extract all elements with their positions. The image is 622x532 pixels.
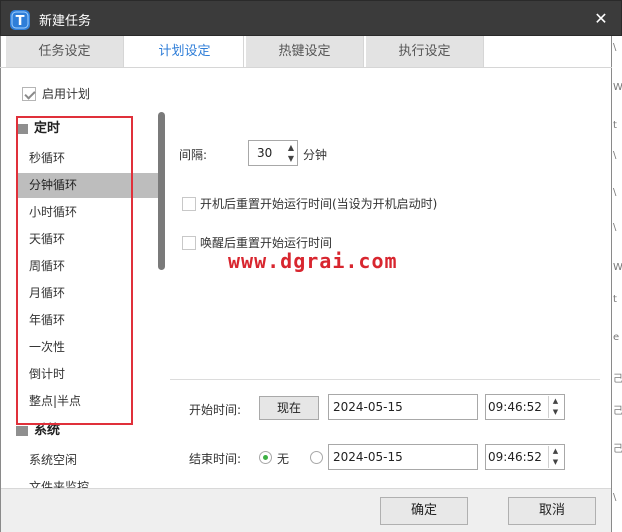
- reset-on-wake-checkbox[interactable]: [182, 236, 196, 250]
- tab-hotkey-settings[interactable]: 热键设定: [246, 36, 364, 68]
- list-item[interactable]: 天循环: [16, 227, 164, 252]
- stepper-down-icon[interactable]: ▼: [549, 457, 562, 468]
- end-time-label: 结束时间:: [189, 452, 242, 466]
- group-header-system[interactable]: 系统: [16, 422, 60, 440]
- list-item[interactable]: 小时循环: [16, 200, 164, 225]
- start-time-stepper[interactable]: ▲ ▼: [548, 396, 562, 418]
- stepper-down-icon[interactable]: ▼: [285, 153, 297, 164]
- enable-schedule-label: 启用计划: [42, 87, 91, 101]
- interval-label: 间隔:: [179, 148, 208, 162]
- reset-on-boot-label: 开机后重置开始运行时间(当设为开机启动时): [200, 197, 438, 211]
- enable-schedule-checkbox[interactable]: [22, 87, 36, 101]
- end-date-field[interactable]: 2024-05-15: [328, 444, 478, 470]
- group-header-timer[interactable]: 定时: [16, 120, 60, 138]
- start-time-field[interactable]: 09:46:52 ▲ ▼: [485, 394, 565, 420]
- interval-unit: 分钟: [303, 148, 328, 162]
- list-item[interactable]: 月循环: [16, 281, 164, 306]
- list-item[interactable]: 年循环: [16, 308, 164, 333]
- app-logo-icon: T: [10, 10, 30, 30]
- collapse-icon: [16, 123, 28, 134]
- dialog-footer: 确定 取消: [1, 488, 611, 532]
- cancel-button[interactable]: 取消: [508, 497, 596, 525]
- end-time-field[interactable]: 09:46:52 ▲ ▼: [485, 444, 565, 470]
- stepper-up-icon[interactable]: ▲: [549, 396, 562, 407]
- title-bar[interactable]: T 新建任务 ✕: [0, 0, 622, 36]
- tab-divider: [0, 67, 612, 68]
- list-item[interactable]: 整点|半点: [16, 389, 164, 414]
- list-item[interactable]: 周循环: [16, 254, 164, 279]
- list-item[interactable]: 分钟循环: [16, 173, 162, 198]
- collapse-icon: [16, 425, 28, 436]
- group-title: 系统: [34, 423, 61, 438]
- tab-task-settings[interactable]: 任务设定: [6, 36, 124, 68]
- tab-execution-settings[interactable]: 执行设定: [366, 36, 484, 68]
- end-time-stepper[interactable]: ▲ ▼: [548, 446, 562, 468]
- interval-value[interactable]: 30: [257, 146, 272, 160]
- group-title: 定时: [34, 121, 61, 136]
- list-item[interactable]: 秒循环: [16, 146, 164, 171]
- reset-on-boot-checkbox[interactable]: [182, 197, 196, 211]
- interval-stepper[interactable]: 30 ▲ ▼: [248, 140, 298, 166]
- schedule-type-list: 定时 秒循环 分钟循环 小时循环 天循环 周循环 月循环 年循环 一次性 倒计时…: [6, 112, 168, 490]
- start-time-value: 09:46:52: [488, 400, 542, 414]
- stepper-up-icon[interactable]: ▲: [285, 142, 297, 153]
- list-scrollbar[interactable]: [158, 112, 165, 270]
- list-item[interactable]: 一次性: [16, 335, 164, 360]
- window-title: 新建任务: [39, 14, 92, 29]
- end-time-value: 09:46:52: [488, 450, 542, 464]
- now-button[interactable]: 现在: [259, 396, 319, 420]
- list-item[interactable]: 系统空闲: [16, 448, 164, 473]
- start-date-field[interactable]: 2024-05-15: [328, 394, 478, 420]
- tab-schedule-settings[interactable]: 计划设定: [126, 36, 244, 68]
- end-date-radio[interactable]: [310, 451, 323, 464]
- tab-bar: 任务设定 计划设定 热键设定 执行设定: [6, 36, 486, 68]
- end-none-radio[interactable]: [259, 451, 272, 464]
- close-button[interactable]: ✕: [589, 7, 613, 31]
- stepper-up-icon[interactable]: ▲: [549, 446, 562, 457]
- watermark: www.dgrai.com: [228, 249, 398, 273]
- start-time-label: 开始时间:: [189, 403, 242, 417]
- section-divider: [170, 379, 600, 380]
- end-none-label: 无: [277, 452, 290, 466]
- list-item[interactable]: 倒计时: [16, 362, 164, 387]
- stepper-down-icon[interactable]: ▼: [549, 407, 562, 418]
- ok-button[interactable]: 确定: [380, 497, 468, 525]
- app-logo-letter: T: [16, 14, 25, 29]
- app-root: \ W t \ \ \ W t e 己 己 己 \ T 新建任务 ✕ 任务设定 …: [0, 0, 622, 532]
- new-task-dialog: T 新建任务 ✕ 任务设定 计划设定 热键设定 执行设定 启用计划 定时 秒循环…: [0, 0, 622, 532]
